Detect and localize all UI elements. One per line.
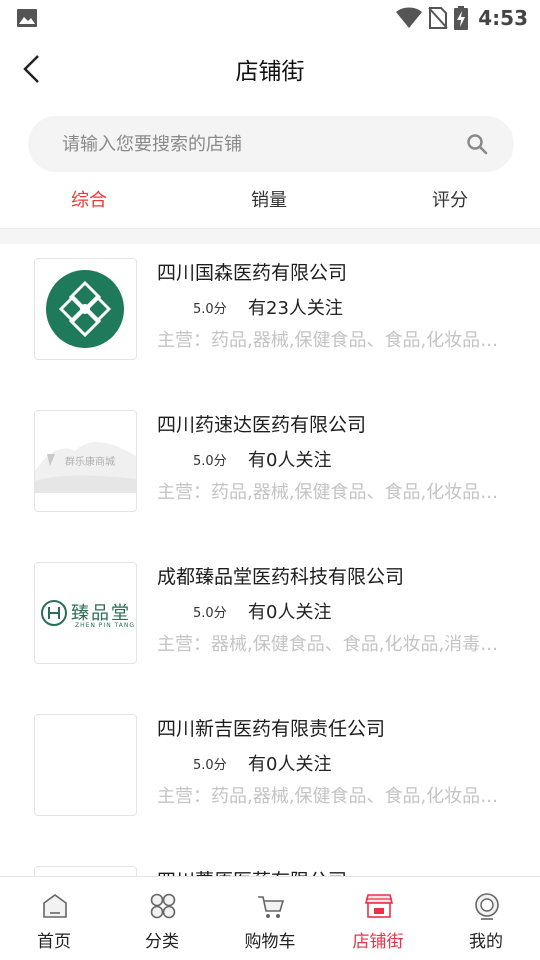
wifi-icon [396, 7, 423, 28]
search-icon[interactable] [466, 133, 488, 155]
shop-item[interactable]: 四川新吉医药有限责任公司 5.0分 有0人关注 主营：药品,器械,保健食品、食品… [0, 700, 540, 852]
tab-cart[interactable]: 购物车 [216, 877, 324, 960]
shop-followers: 有0人关注 [248, 602, 332, 623]
clock-time: 4:53 [478, 6, 528, 30]
shop-item[interactable]: 四川国森医药有限公司 5.0分 有23人关注 主营：药品,器械,保健食品、食品,… [0, 244, 540, 396]
shop-followers: 有0人关注 [248, 450, 332, 471]
header: 店铺街 [0, 36, 540, 102]
shop-followers: 有23人关注 [248, 298, 343, 319]
sort-tabs: 综合 销量 评分 [0, 180, 540, 226]
shop-item[interactable]: 臻品堂 ZHEN PIN TANG 成都臻品堂医药科技有限公司 5.0分 有0人… [0, 548, 540, 700]
shop-name: 四川新吉医药有限责任公司 [157, 718, 386, 740]
home-icon [43, 894, 67, 918]
status-icons: 4:53 [396, 4, 528, 32]
no-sim-icon [428, 7, 448, 29]
shop-name: 四川国森医药有限公司 [157, 262, 348, 284]
tab-category[interactable]: 分类 [108, 877, 216, 960]
page-title: 店铺街 [235, 59, 305, 85]
shop-logo: 臻品堂 ZHEN PIN TANG [34, 562, 137, 664]
sort-tab-comprehensive[interactable]: 综合 [71, 186, 107, 212]
sort-tab-sales[interactable]: 销量 [251, 186, 287, 212]
status-bar: 4:53 [0, 0, 540, 36]
tab-label: 我的 [469, 932, 503, 952]
shop-logo [34, 714, 137, 816]
qunlekang-logo-text: 群乐康商城 [65, 457, 115, 468]
shop-main-business: 主营：器械,保健食品、食品,化妆品,消毒用品 [157, 634, 507, 655]
zhenpintang-logo-icon [41, 600, 67, 626]
shop-list: 四川国森医药有限公司 5.0分 有23人关注 主营：药品,器械,保健食品、食品,… [0, 244, 540, 876]
tab-label: 首页 [37, 932, 71, 952]
section-divider [0, 228, 540, 244]
shop-name: 四川蕙原医药有限公司 [157, 866, 347, 876]
tab-label: 分类 [145, 932, 179, 952]
tab-label: 购物车 [244, 932, 296, 952]
shop-main-business: 主营：药品,器械,保健食品、食品,化妆品、消毒用品 [157, 482, 507, 503]
shop-logo: 群乐康商城 [34, 410, 137, 512]
shop-main-business: 主营：药品,器械,保健食品、食品,化妆品、消毒用品 [157, 786, 507, 807]
sort-tab-rating[interactable]: 评分 [432, 186, 468, 212]
tab-store-street[interactable]: 店铺街 [324, 877, 432, 960]
shop-logo [34, 258, 137, 360]
shop-main-business: 主营：药品,器械,保健食品、食品,化妆品、消毒用品 [157, 330, 507, 351]
shop-followers: 有0人关注 [248, 754, 332, 775]
gallery-notification-icon [17, 9, 37, 27]
cart-icon [258, 896, 285, 918]
profile-icon [475, 893, 499, 920]
shop-rating: 5.0分 [193, 454, 227, 469]
zhenpintang-logo-subtext: ZHEN PIN TANG [75, 622, 136, 629]
shop-item[interactable]: 四川蕙原医药有限公司 [0, 852, 540, 876]
shop-rating: 5.0分 [193, 758, 227, 773]
tab-label: 店铺街 [352, 932, 404, 952]
shop-item[interactable]: 群乐康商城 四川药速达医药有限公司 5.0分 有0人关注 主营：药品,器械,保健… [0, 396, 540, 548]
shop-name: 四川药速达医药有限公司 [157, 414, 367, 436]
search-input[interactable] [62, 116, 462, 172]
battery-charging-icon [454, 6, 469, 30]
shop-logo [34, 866, 137, 876]
category-icon [150, 893, 176, 919]
search-bar [28, 116, 514, 172]
shop-name: 成都臻品堂医药科技有限公司 [157, 566, 405, 588]
tab-profile[interactable]: 我的 [432, 877, 540, 960]
bottom-tab-bar: 首页 分类 购物车 店铺街 我的 [0, 876, 540, 960]
shop-rating: 5.0分 [193, 302, 227, 317]
tab-home[interactable]: 首页 [0, 877, 108, 960]
shop-rating: 5.0分 [193, 606, 227, 621]
store-icon [364, 894, 394, 918]
guosen-logo-icon [46, 270, 124, 348]
